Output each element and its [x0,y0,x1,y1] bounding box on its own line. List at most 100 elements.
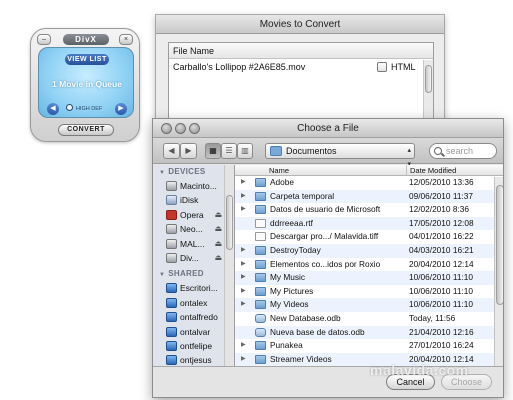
folder-icon [270,146,282,156]
movie-file-name: Carballo's Lollipop #2A6E85.mov [173,62,306,72]
scroll-thumb[interactable] [496,185,503,305]
document-icon [255,218,266,228]
sidebar-item-device[interactable]: MAL... ⏏ [153,237,234,251]
dialog-title: Choose a File [297,123,359,134]
network-computer-icon [166,312,177,323]
file-row[interactable]: ▶ Datos de usuario de Microsoft 12/02/2010… [235,203,503,217]
location-popup[interactable]: Documentos ▴▾ [265,143,415,168]
queue-status: 1 Movie in Queue [52,79,122,89]
folder-icon [255,300,266,310]
file-row[interactable]: ▶ Elementos co...idos por Roxio 20/04/2010… [235,258,503,272]
zoom-window-icon[interactable] [189,123,200,134]
file-name: Punakea [270,340,303,351]
eject-icon[interactable]: ⏏ [214,251,222,265]
folder-icon [255,341,266,351]
sidebar-item-label: ontalex [180,297,208,308]
file-row[interactable]: New Database.odb Today, 11:56 [235,312,503,326]
sidebar-item-shared[interactable]: ontalvar [153,325,234,339]
disclosure-triangle-icon[interactable]: ▶ [241,244,246,258]
sidebar-item-shared[interactable]: ontalex [153,296,234,310]
disk-image-icon [166,252,177,263]
movie-row[interactable]: Carballo's Lollipop #2A6E85.mov HTML [169,59,433,75]
sidebar-item-shared[interactable]: Escritori... [153,281,234,295]
file-row[interactable]: Descargar pro.../ Malavida.tiff 04/01/201… [235,230,503,244]
eject-icon[interactable]: ⏏ [214,237,222,251]
search-field[interactable]: search [429,143,497,159]
file-row[interactable]: Nueva base de datos.odb 21/04/2010 12:16 [235,325,503,340]
file-name: My Videos [270,299,309,310]
file-name: Descargar pro.../ Malavida.tiff [270,231,379,242]
sidebar-item-shared[interactable]: ontalfredo [153,310,234,324]
divx-display: VIEW LIST 1 Movie in Queue ◀ HIGH DEF ▶ [38,47,134,118]
column-header-date-modified[interactable]: Date Modified [406,165,491,176]
file-row[interactable]: ▶ My Music 10/06/2010 11:10 [235,271,503,285]
eject-icon[interactable]: ⏏ [214,208,222,222]
minimize-window-icon[interactable] [175,123,186,134]
disclosure-triangle-icon[interactable]: ▶ [241,271,246,285]
disclosure-triangle-icon[interactable]: ▶ [241,176,246,190]
scroll-thumb[interactable] [425,65,432,93]
html-checkbox[interactable] [377,62,387,72]
sidebar-scrollbar[interactable] [224,165,234,366]
file-row[interactable]: ▶ My Pictures 10/06/2010 11:10 [235,285,503,299]
disclosure-triangle-icon[interactable]: ▶ [241,339,246,353]
sidebar-item-device[interactable]: Opera ⏏ [153,208,234,222]
file-date-modified: 20/04/2010 12:14 [409,258,474,269]
disclosure-triangle-icon[interactable]: ▶ [241,298,246,312]
vertical-scrollbar[interactable] [423,60,433,123]
sidebar-item-device[interactable]: Macinto... [153,179,234,193]
file-name: My Pictures [270,285,314,296]
list-view-icon[interactable]: ☰ [221,143,237,159]
search-placeholder: search [446,146,474,156]
network-computer-icon [166,283,177,294]
column-header-file-name[interactable]: File Name [169,43,433,59]
html-checkbox-label: HTML [391,62,416,72]
document-icon [255,232,266,242]
eject-icon[interactable]: ⏏ [214,222,222,236]
scroll-thumb[interactable] [226,195,233,250]
window-title: Movies to Convert [156,15,444,34]
sidebar-section-devices[interactable]: ▼ DEVICES [153,165,234,179]
next-arrow-icon[interactable]: ▶ [115,103,127,115]
file-row[interactable]: ▶ Carpeta temporal 09/06/2010 11:37 [235,189,503,204]
folder-icon [255,354,266,364]
sidebar-section-label: DEVICES [168,167,206,176]
file-name: Datos de usuario de Microsoft [270,204,381,215]
disclosure-triangle-icon[interactable]: ▶ [241,190,246,204]
movie-list: File Name Carballo's Lollipop #2A6E85.mo… [168,42,434,124]
file-row[interactable]: ▶ Punakea 27/01/2010 16:24 [235,339,503,353]
sidebar-item-device[interactable]: Neo... ⏏ [153,222,234,236]
sidebar: ▼ DEVICES Macinto... iDisk Opera ⏏ Neo... ⏏… [153,165,235,366]
minimize-button[interactable]: – [37,34,51,45]
back-arrow-icon[interactable]: ◀ [163,143,180,159]
file-row[interactable]: ▶ Adobe 12/05/2010 13:36 [235,176,503,190]
folder-icon [255,286,266,296]
file-name: Adobe [270,177,294,187]
file-row[interactable]: ▶ My Videos 10/06/2010 11:10 [235,298,503,312]
icon-view-icon[interactable]: ▦ [205,143,221,159]
disclosure-triangle-icon[interactable]: ▶ [241,258,246,272]
file-row[interactable]: ▶ DestroyToday 04/03/2010 16:21 [235,243,503,258]
disclosure-triangle-icon[interactable]: ▶ [241,285,246,299]
disclosure-triangle-icon[interactable]: ▶ [241,203,246,217]
sidebar-section-shared[interactable]: ▼ SHARED [153,267,234,281]
view-list-button[interactable]: VIEW LIST [65,54,109,65]
sidebar-item-shared[interactable]: ontfelipe [153,339,234,353]
forward-arrow-icon[interactable]: ▶ [180,143,197,159]
column-view-icon[interactable]: ▥ [237,143,253,159]
column-header-name[interactable]: Name [269,165,289,176]
file-date-modified: 04/01/2010 16:22 [409,231,474,242]
convert-button[interactable]: CONVERT [58,124,114,136]
sidebar-item-device[interactable]: iDisk [153,193,234,207]
file-list-scrollbar[interactable] [494,177,503,366]
disclosure-triangle-icon[interactable]: ▶ [241,353,246,367]
close-icon[interactable]: × [119,34,133,45]
network-computer-icon [166,340,177,351]
file-row[interactable]: ddrreeaa.rtf 17/05/2010 12:08 [235,216,503,231]
prev-arrow-icon[interactable]: ◀ [47,103,59,115]
close-window-icon[interactable] [161,123,172,134]
sidebar-item-label: MAL... [180,238,205,249]
sidebar-item-device[interactable]: Div... ⏏ [153,251,234,265]
file-name: Elementos co...idos por Roxio [270,258,381,269]
quality-option[interactable]: HIGH DEF [66,104,110,114]
